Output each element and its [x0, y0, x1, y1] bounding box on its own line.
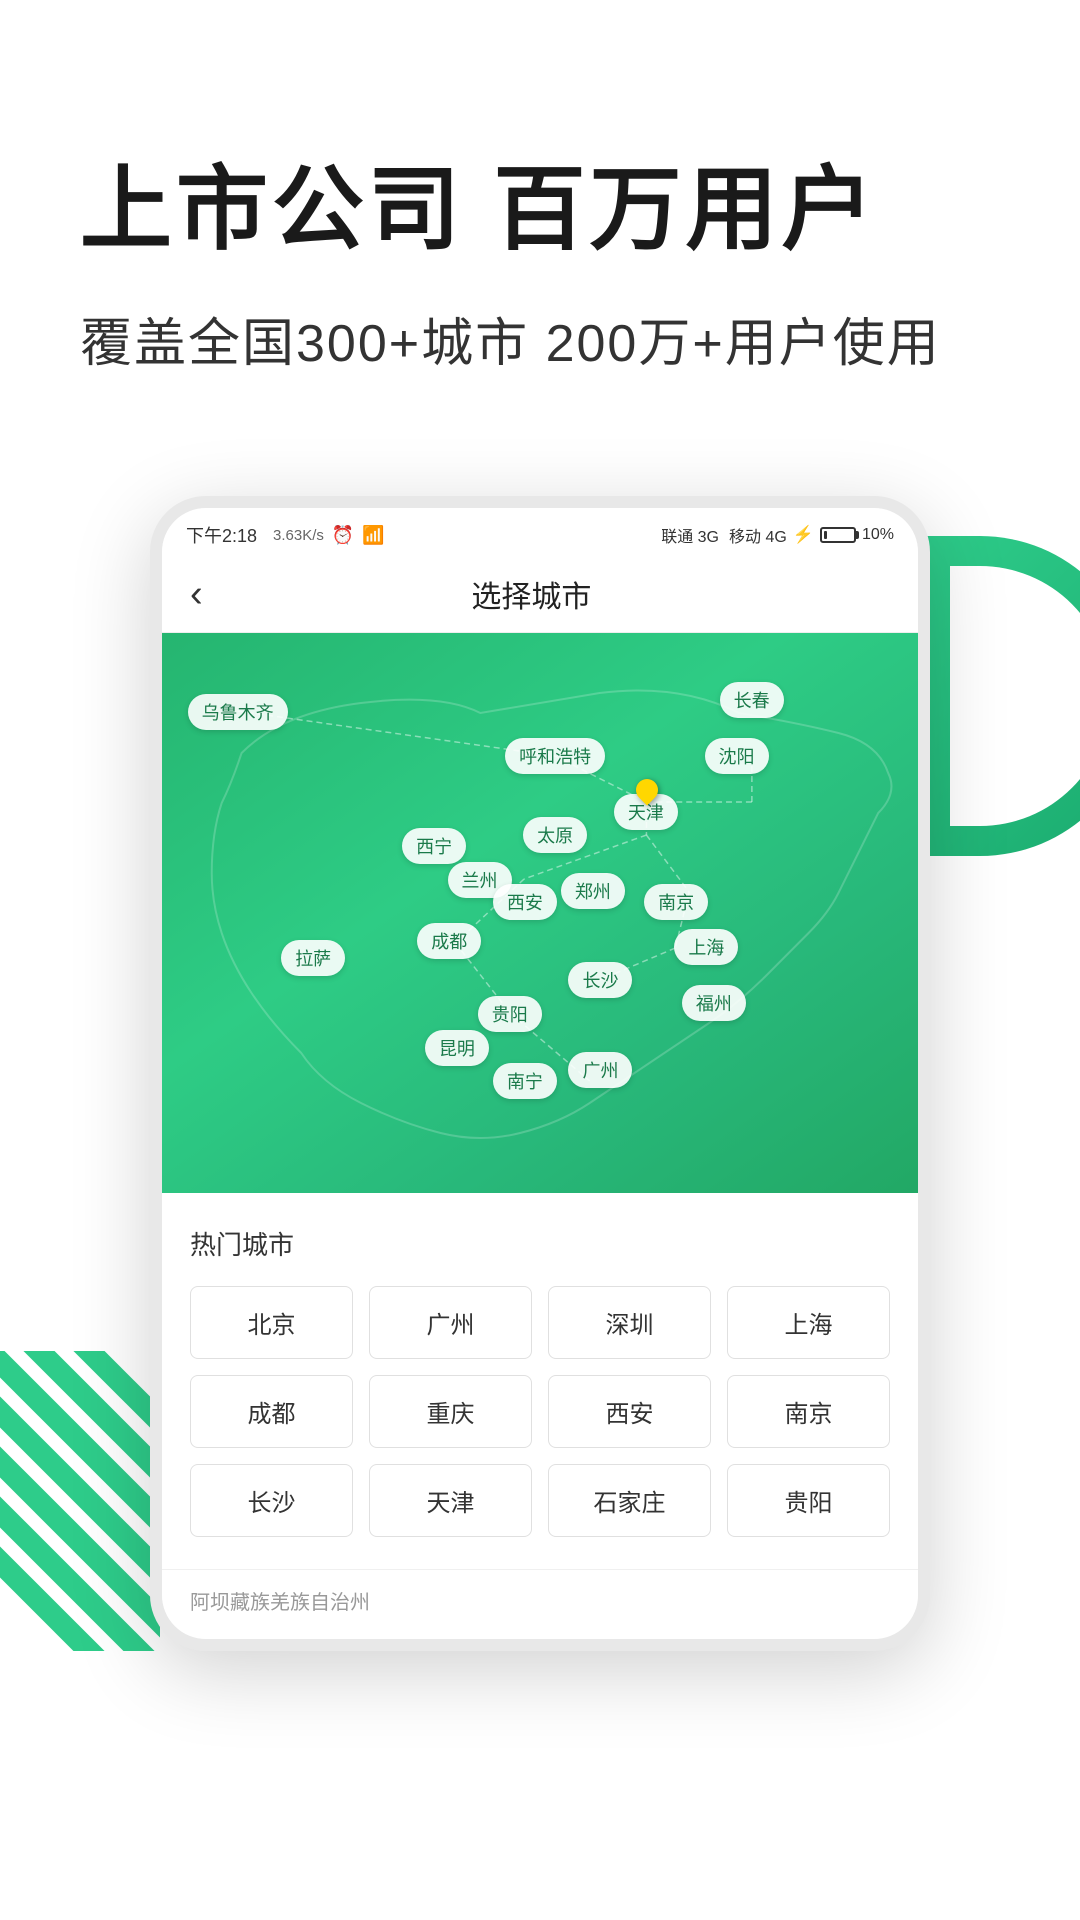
city-label[interactable]: 郑州	[561, 873, 625, 909]
city-label[interactable]: 太原	[523, 817, 587, 853]
flash-icon: ⚡	[793, 525, 814, 545]
status-bar-left: 下午2:18 3.63K/s ⏰ 📶	[186, 522, 385, 548]
city-button[interactable]: 西安	[548, 1375, 711, 1448]
city-label[interactable]: 上海	[674, 929, 738, 965]
wifi-icon: 📶	[362, 525, 384, 546]
top-section: 上市公司 百万用户 覆盖全国300+城市 200万+用户使用	[0, 0, 1080, 436]
section-title: 热门城市	[190, 1225, 890, 1262]
hot-cities-section: 热门城市 北京广州深圳上海成都重庆西安南京长沙天津石家庄贵阳	[162, 1193, 918, 1569]
city-button[interactable]: 石家庄	[548, 1464, 711, 1537]
city-button[interactable]: 深圳	[548, 1286, 711, 1359]
city-label[interactable]: 沈阳	[705, 738, 769, 774]
battery-body	[820, 527, 856, 543]
city-button[interactable]: 北京	[190, 1286, 353, 1359]
bottom-text: 阿坝藏族羌族自治州	[162, 1569, 918, 1639]
map-area[interactable]: 乌鲁木齐长春沈阳呼和浩特天津太原西宁兰州西安郑州南京上海拉萨成都长沙福州贵阳昆明…	[162, 633, 918, 1193]
city-button[interactable]: 成都	[190, 1375, 353, 1448]
main-title: 上市公司 百万用户	[80, 160, 1000, 261]
battery-percent: 10%	[862, 526, 894, 544]
stripes-decoration	[0, 1351, 160, 1651]
city-label[interactable]: 呼和浩特	[505, 738, 605, 774]
status-bar: 下午2:18 3.63K/s ⏰ 📶 联通 3G 移动 4G ⚡ 10%	[162, 508, 918, 556]
city-label[interactable]: 西安	[493, 884, 557, 920]
city-grid: 北京广州深圳上海成都重庆西安南京长沙天津石家庄贵阳	[190, 1286, 890, 1537]
battery-indicator	[820, 527, 856, 543]
city-label[interactable]: 南京	[644, 884, 708, 920]
time: 下午2:18	[186, 522, 257, 548]
city-button[interactable]: 上海	[727, 1286, 890, 1359]
alarm-icon: ⏰	[332, 525, 354, 546]
city-button[interactable]: 广州	[369, 1286, 532, 1359]
city-label[interactable]: 西宁	[402, 828, 466, 864]
city-label[interactable]: 乌鲁木齐	[188, 694, 288, 730]
city-label[interactable]: 广州	[568, 1052, 632, 1088]
city-button[interactable]: 重庆	[369, 1375, 532, 1448]
city-label[interactable]: 长春	[720, 682, 784, 718]
city-label[interactable]: 拉萨	[281, 940, 345, 976]
city-label[interactable]: 南宁	[493, 1063, 557, 1099]
circle-decoration	[920, 536, 1080, 856]
status-bar-right: 联通 3G 移动 4G ⚡ 10%	[661, 523, 894, 547]
carrier1: 联通 3G	[661, 523, 719, 547]
subtitle: 覆盖全国300+城市 200万+用户使用	[80, 301, 1000, 376]
back-button[interactable]: ‹	[190, 573, 203, 616]
phone-frame: 下午2:18 3.63K/s ⏰ 📶 联通 3G 移动 4G ⚡ 10% ‹ 选…	[150, 496, 930, 1651]
nav-bar: ‹ 选择城市	[162, 556, 918, 633]
battery-fill	[824, 531, 827, 539]
nav-title: 选择城市	[223, 572, 840, 616]
city-label[interactable]: 昆明	[425, 1030, 489, 1066]
city-label[interactable]: 长沙	[568, 962, 632, 998]
selected-city-pin	[636, 779, 658, 801]
carrier2: 移动 4G	[729, 523, 787, 547]
city-label[interactable]: 福州	[682, 985, 746, 1021]
city-button[interactable]: 贵阳	[727, 1464, 890, 1537]
phone-section: 下午2:18 3.63K/s ⏰ 📶 联通 3G 移动 4G ⚡ 10% ‹ 选…	[0, 436, 1080, 1651]
city-labels: 乌鲁木齐长春沈阳呼和浩特天津太原西宁兰州西安郑州南京上海拉萨成都长沙福州贵阳昆明…	[162, 633, 918, 1193]
city-button[interactable]: 长沙	[190, 1464, 353, 1537]
city-label[interactable]: 贵阳	[478, 996, 542, 1032]
city-button[interactable]: 南京	[727, 1375, 890, 1448]
city-button[interactable]: 天津	[369, 1464, 532, 1537]
network-speed: 3.63K/s	[273, 527, 324, 544]
city-label[interactable]: 成都	[417, 923, 481, 959]
